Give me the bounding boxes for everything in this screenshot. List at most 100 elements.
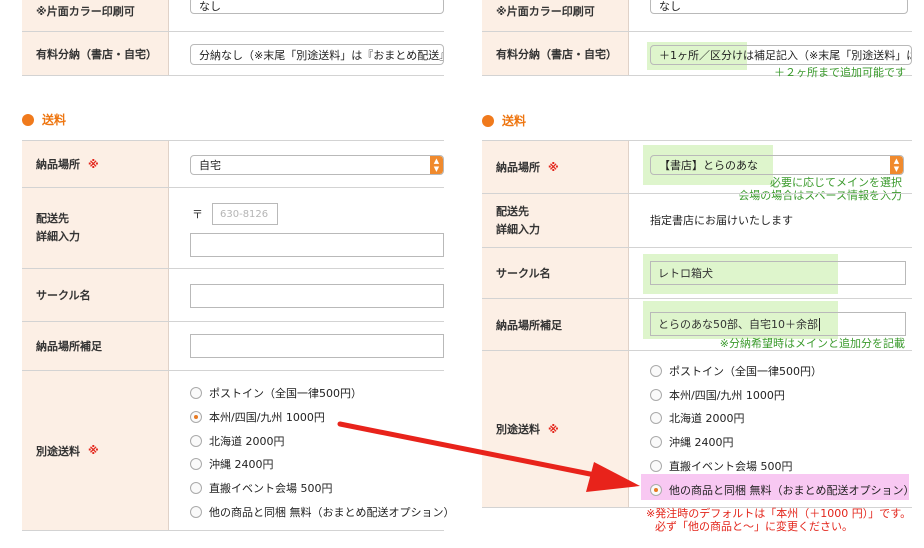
color-print-value-cell: なし <box>630 0 912 31</box>
address-detail-input[interactable] <box>190 233 444 257</box>
radio-unchecked-icon[interactable] <box>190 482 202 495</box>
bunno-select[interactable]: 分納なし（※末尾「別途送料」は『おまとめ配送』 <box>190 44 444 65</box>
radio-option-label: 沖縄 2400円 <box>209 458 274 472</box>
place-supplement-label-text: 納品場所補足 <box>496 318 562 332</box>
shipping-section-title: 送料 <box>42 113 67 127</box>
radio-unchecked-icon[interactable] <box>650 412 662 425</box>
radio-option-label: 北海道 2000円 <box>209 434 285 448</box>
radio-option-label: 沖縄 2400円 <box>669 436 734 450</box>
radio-option[interactable]: 沖縄 2400円 <box>190 456 274 472</box>
delivery-place-selected: 【書店】とらのあな <box>659 159 758 172</box>
radio-option[interactable]: 北海道 2000円 <box>650 410 745 426</box>
extra-shipping-warning-line1: ※発注時のデフォルトは「本州（＋1000 円）」です。 <box>646 507 912 520</box>
radio-unchecked-icon[interactable] <box>650 388 662 401</box>
address-detail-label-line1: 配送先 <box>496 204 529 218</box>
radio-option[interactable]: ポストイン（全国一律500円） <box>650 363 822 379</box>
row-extra-shipping: 別途送料 ※ ポストイン（全国一律500円） 本州/四国/九州 1000円 北海道 2… <box>22 370 455 531</box>
text-cursor <box>819 317 820 331</box>
radio-option[interactable]: 北海道 2000円 <box>190 433 285 449</box>
circle-name-label-text: サークル名 <box>36 289 91 302</box>
required-mark: ※ <box>548 160 559 174</box>
radio-unchecked-icon[interactable] <box>190 387 202 399</box>
color-print-select-value: なし <box>659 0 681 13</box>
color-print-label-text: ※片面カラー印刷可 <box>496 5 595 18</box>
color-print-select[interactable]: なし <box>650 0 908 14</box>
circle-name-value: レトロ箱犬 <box>658 267 713 280</box>
extra-shipping-label-text: 別途送料 <box>496 423 540 436</box>
delivery-place-label-text: 納品場所 <box>496 161 540 174</box>
radio-option[interactable]: 沖縄 2400円 <box>650 434 734 450</box>
row-bunno: 有料分納（書店・自宅） 分納なし（※末尾「別途送料」は『おまとめ配送』 <box>22 31 444 76</box>
bunno-select[interactable]: ＋1ヶ所／区分けは補足記入（※末尾「別途送料」は <box>650 45 912 65</box>
color-print-select-value: なし <box>199 0 221 13</box>
place-supplement-input[interactable]: とらのあな50部、自宅10＋余部 <box>650 312 906 336</box>
radio-option[interactable]: 直搬イベント会場 500円 <box>650 458 793 474</box>
circle-name-input[interactable] <box>190 284 444 308</box>
radio-option[interactable]: 本州/四国/九州 1000円 <box>650 387 785 403</box>
select-updown-arrow-icon: ▲ ▼ <box>890 156 903 174</box>
bunno-label-text: 有料分納（書店・自宅） <box>36 47 157 61</box>
orange-dot-icon <box>22 113 34 126</box>
radio-option[interactable]: 他の商品と同梱 無料（おまとめ配送オプション） <box>190 504 455 520</box>
address-detail-value-cell: 〒 630-8126 <box>170 188 444 268</box>
shipping-section-header: 送料 <box>22 111 66 128</box>
bunno-select-value: 分納なし（※末尾「別途送料」は『おまとめ配送』 <box>199 48 444 62</box>
place-supplement-input[interactable] <box>190 334 444 358</box>
required-mark: ※ <box>88 444 99 457</box>
bunno-label-text: 有料分納（書店・自宅） <box>496 47 617 61</box>
radio-option[interactable]: ポストイン（全国一律500円） <box>190 385 362 401</box>
row-color-print: ※片面カラー印刷可 なし <box>22 0 444 31</box>
place-supplement-label-text: 納品場所補足 <box>36 340 102 353</box>
place-supplement-value: とらのあな50部、自宅10＋余部 <box>658 318 818 331</box>
delivery-place-label: 納品場所 ※ <box>22 141 169 187</box>
delivery-place-select[interactable]: 自宅 ▲ ▼ <box>190 155 444 175</box>
radio-option-label: 他の商品と同梱 無料（おまとめ配送オプション） <box>209 506 455 519</box>
address-detail-label-stack: 配送先 詳細入力 <box>36 210 80 246</box>
radio-option-label: 本州/四国/九州 1000円 <box>209 410 325 424</box>
extra-shipping-radio-group: ポストイン（全国一律500円） 本州/四国/九州 1000円北海道 2000円沖縄… <box>630 351 915 507</box>
bunno-select-value: ＋1ヶ所／区分けは補足記入（※末尾「別途送料」は <box>659 49 912 62</box>
shipping-section-header: 送料 <box>482 112 526 129</box>
radio-option[interactable]: 直搬イベント会場 500円 <box>190 480 333 496</box>
delivery-place-label-text: 納品場所 <box>36 158 80 171</box>
circle-name-value-cell <box>170 269 444 321</box>
radio-option[interactable]: 他の商品と同梱 無料（おまとめ配送オプション） <box>650 482 915 498</box>
postal-code-input[interactable]: 630-8126 <box>212 203 278 225</box>
radio-unchecked-icon[interactable] <box>650 365 662 377</box>
radio-checked-icon[interactable] <box>650 483 662 496</box>
radio-unchecked-icon[interactable] <box>650 459 662 472</box>
bunno-value-cell: 分納なし（※末尾「別途送料」は『おまとめ配送』 <box>170 32 444 75</box>
circle-name-input[interactable]: レトロ箱犬 <box>650 261 906 285</box>
orange-dot-icon <box>482 114 494 127</box>
radio-unchecked-icon[interactable] <box>190 434 202 447</box>
address-detail-label-line2: 詳細入力 <box>496 222 540 236</box>
extra-shipping-label: 別途送料 ※ <box>482 351 629 507</box>
radio-unchecked-icon[interactable] <box>190 506 202 518</box>
radio-unchecked-icon[interactable] <box>190 458 202 471</box>
radio-option-label: 直搬イベント会場 500円 <box>209 482 333 496</box>
address-detail-label-line2: 詳細入力 <box>36 230 80 243</box>
radio-option-label: ポストイン（全国一律500円） <box>209 387 362 400</box>
radio-option[interactable]: 本州/四国/九州 1000円 <box>190 409 325 425</box>
radio-unchecked-icon[interactable] <box>650 436 662 449</box>
row-delivery-place: 納品場所 ※ 自宅 ▲ ▼ <box>22 140 444 187</box>
bunno-label: 有料分納（書店・自宅） <box>22 32 169 75</box>
select-updown-arrow-icon: ▲ ▼ <box>430 156 443 174</box>
place-supplement-label: 納品場所補足 <box>482 299 629 350</box>
extra-shipping-warning: ※発注時のデフォルトは「本州（＋1000 円）」です。 必ず「他の商品と～」に変… <box>646 507 911 533</box>
address-detail-label-stack: 配送先 詳細入力 <box>496 203 540 239</box>
radio-checked-icon[interactable] <box>190 410 202 423</box>
shipping-section-title: 送料 <box>502 114 527 128</box>
delivery-place-selected: 自宅 <box>199 159 221 172</box>
postal-mark: 〒 <box>192 208 203 221</box>
delivery-place-annotation-line1: 必要に応じてメインを選択 <box>770 176 902 189</box>
radio-option-label: 他の商品と同梱 無料（おまとめ配送オプション） <box>669 483 915 497</box>
radio-option-label: ポストイン（全国一律500円） <box>669 365 822 378</box>
color-print-select[interactable]: なし <box>190 0 444 14</box>
bunno-label: 有料分納（書店・自宅） <box>482 32 629 75</box>
row-circle-name: サークル名 レトロ箱犬 <box>482 247 912 298</box>
radio-option-label: 本州/四国/九州 1000円 <box>669 388 785 402</box>
color-print-label-text: ※片面カラー印刷可 <box>36 5 135 18</box>
address-detail-label: 配送先 詳細入力 <box>482 194 629 247</box>
delivery-place-select[interactable]: 【書店】とらのあな ▲ ▼ <box>650 155 904 175</box>
